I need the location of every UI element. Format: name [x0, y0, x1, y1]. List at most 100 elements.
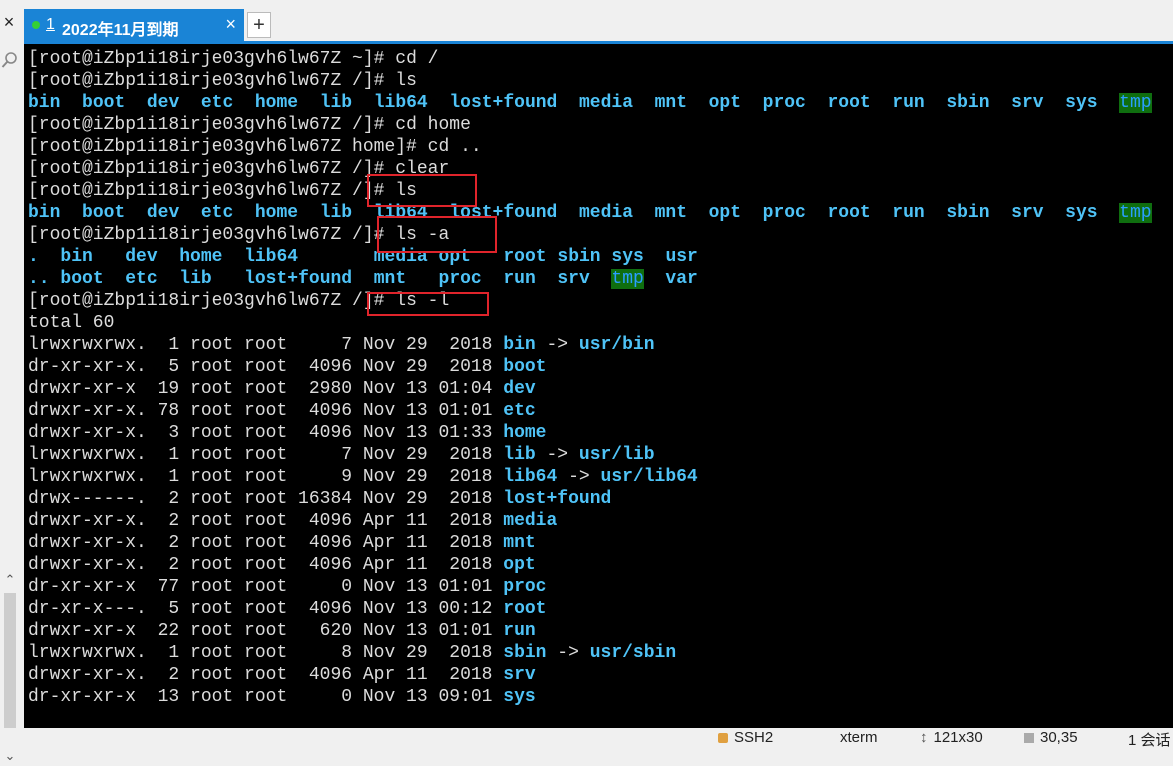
shell-prompt: [root@iZbp1i18irje03gvh6lw67Z ~]#	[28, 49, 396, 69]
dir-entry: tmp	[1119, 203, 1152, 223]
dir-entry: lib	[319, 203, 353, 223]
dir-entry: etc	[200, 93, 234, 113]
dir-entry: lib64	[373, 93, 428, 113]
total-line: total 60	[28, 312, 1152, 334]
dir-entry: run	[892, 93, 925, 113]
resize-icon: ↕	[920, 729, 928, 746]
ls-l-row: dr-xr-xr-x. 5 root root 4096 Nov 29 2018…	[28, 356, 1152, 378]
tab-bar: × 1 2022年11月到期 × +	[0, 0, 1173, 44]
file-meta: drwxr-xr-x 22 root root 620 Nov 13 01:01	[28, 621, 504, 641]
shell-prompt: [root@iZbp1i18irje03gvh6lw67Z /]#	[28, 71, 396, 91]
file-name: lib64	[503, 467, 558, 487]
file-name: srv	[503, 665, 536, 685]
dir-entry: sbin	[557, 247, 601, 267]
tab-close-icon[interactable]: ×	[225, 14, 236, 35]
highlight-box-ls-l	[367, 292, 489, 316]
ls-l-row: lrwxrwxrwx. 1 root root 7 Nov 29 2018 li…	[28, 444, 1152, 466]
dir-entry: srv	[1011, 203, 1044, 223]
ls-l-row: drwxr-xr-x 19 root root 2980 Nov 13 01:0…	[28, 378, 1152, 400]
scroll-up-icon[interactable]: ⌃	[1, 571, 19, 589]
ls-l-row: drwxr-xr-x. 78 root root 4096 Nov 13 01:…	[28, 400, 1152, 422]
symlink-arrow: ->	[535, 445, 579, 465]
dir-entry: sbin	[946, 93, 990, 113]
dir-entry: root	[827, 93, 871, 113]
dir-entry: run	[503, 269, 536, 289]
dir-entry: proc	[438, 269, 482, 289]
file-meta: lrwxrwxrwx. 1 root root 7 Nov 29 2018	[28, 335, 504, 355]
session-tab[interactable]: 1 2022年11月到期 ×	[24, 9, 244, 41]
cursor-label: 30,35	[1040, 729, 1078, 746]
file-meta: drwxr-xr-x. 78 root root 4096 Nov 13 01:…	[28, 401, 504, 421]
shell-prompt: [root@iZbp1i18irje03gvh6lw67Z /]#	[28, 159, 396, 179]
file-meta: drwxr-xr-x. 2 root root 4096 Apr 11 2018	[28, 555, 504, 575]
shell-prompt: [root@iZbp1i18irje03gvh6lw67Z /]#	[28, 225, 396, 245]
dir-entry: tmp	[611, 269, 644, 289]
highlight-box-ls-a	[377, 216, 497, 253]
ls-l-row: drwxr-xr-x. 2 root root 4096 Apr 11 2018…	[28, 664, 1152, 686]
ls-l-row: dr-xr-x---. 5 root root 4096 Nov 13 00:1…	[28, 598, 1152, 620]
file-meta: drwxr-xr-x. 2 root root 4096 Apr 11 2018	[28, 511, 504, 531]
dir-entry: proc	[762, 93, 806, 113]
dir-entry: lost+found	[244, 269, 353, 289]
file-meta: lrwxrwxrwx. 1 root root 7 Nov 29 2018	[28, 445, 504, 465]
dir-entry: media	[578, 203, 633, 223]
command-line: [root@iZbp1i18irje03gvh6lw67Z /]# ls	[28, 70, 1152, 92]
dir-entry: lib	[319, 93, 353, 113]
total-text: total 60	[28, 313, 115, 333]
ls-output-line: bin boot dev etc home lib lib64 lost+fou…	[28, 202, 1152, 224]
symlink-arrow: ->	[546, 643, 590, 663]
file-meta: drwxr-xr-x 19 root root 2980 Nov 13 01:0…	[28, 379, 504, 399]
dir-entry: sys	[611, 247, 644, 267]
dir-entry: .	[28, 247, 39, 267]
dir-entry: mnt	[654, 203, 688, 223]
shell-command: cd ..	[427, 137, 482, 157]
ls-l-row: drwxr-xr-x. 2 root root 4096 Apr 11 2018…	[28, 532, 1152, 554]
dir-entry: bin	[28, 93, 61, 113]
connected-status-icon	[32, 21, 40, 29]
dir-entry: opt	[708, 93, 742, 113]
file-name: boot	[503, 357, 547, 377]
dir-entry: home	[254, 93, 299, 113]
left-gutter: ⌃ ⌄	[0, 44, 22, 763]
ls-l-row: drwx------. 2 root root 16384 Nov 29 201…	[28, 488, 1152, 510]
close-icon[interactable]: ×	[0, 8, 18, 36]
shell-prompt: [root@iZbp1i18irje03gvh6lw67Z /]#	[28, 115, 396, 135]
ls-output-line: .. boot etc lib lost+found mnt proc run …	[28, 268, 1152, 290]
terminal[interactable]: [root@iZbp1i18irje03gvh6lw67Z ~]# cd / [r…	[24, 44, 1173, 728]
search-icon[interactable]	[1, 51, 19, 69]
scrollbar-thumb[interactable]	[4, 593, 16, 743]
shell-command: cd /	[395, 49, 439, 69]
ls-l-row: lrwxrwxrwx. 1 root root 8 Nov 29 2018 sb…	[28, 642, 1152, 664]
command-line: [root@iZbp1i18irje03gvh6lw67Z home]# cd …	[28, 136, 1152, 158]
file-name: media	[503, 511, 558, 531]
symlink-target: usr/lib	[578, 445, 655, 465]
file-name: run	[503, 621, 536, 641]
add-tab-button[interactable]: +	[247, 12, 271, 38]
file-name: root	[503, 599, 547, 619]
command-line: [root@iZbp1i18irje03gvh6lw67Z ~]# cd /	[28, 48, 1152, 70]
scroll-down-icon[interactable]: ⌄	[1, 747, 19, 765]
shell-prompt: [root@iZbp1i18irje03gvh6lw67Z home]#	[28, 137, 428, 157]
dir-entry: dev	[125, 247, 158, 267]
symlink-target: usr/bin	[578, 335, 655, 355]
